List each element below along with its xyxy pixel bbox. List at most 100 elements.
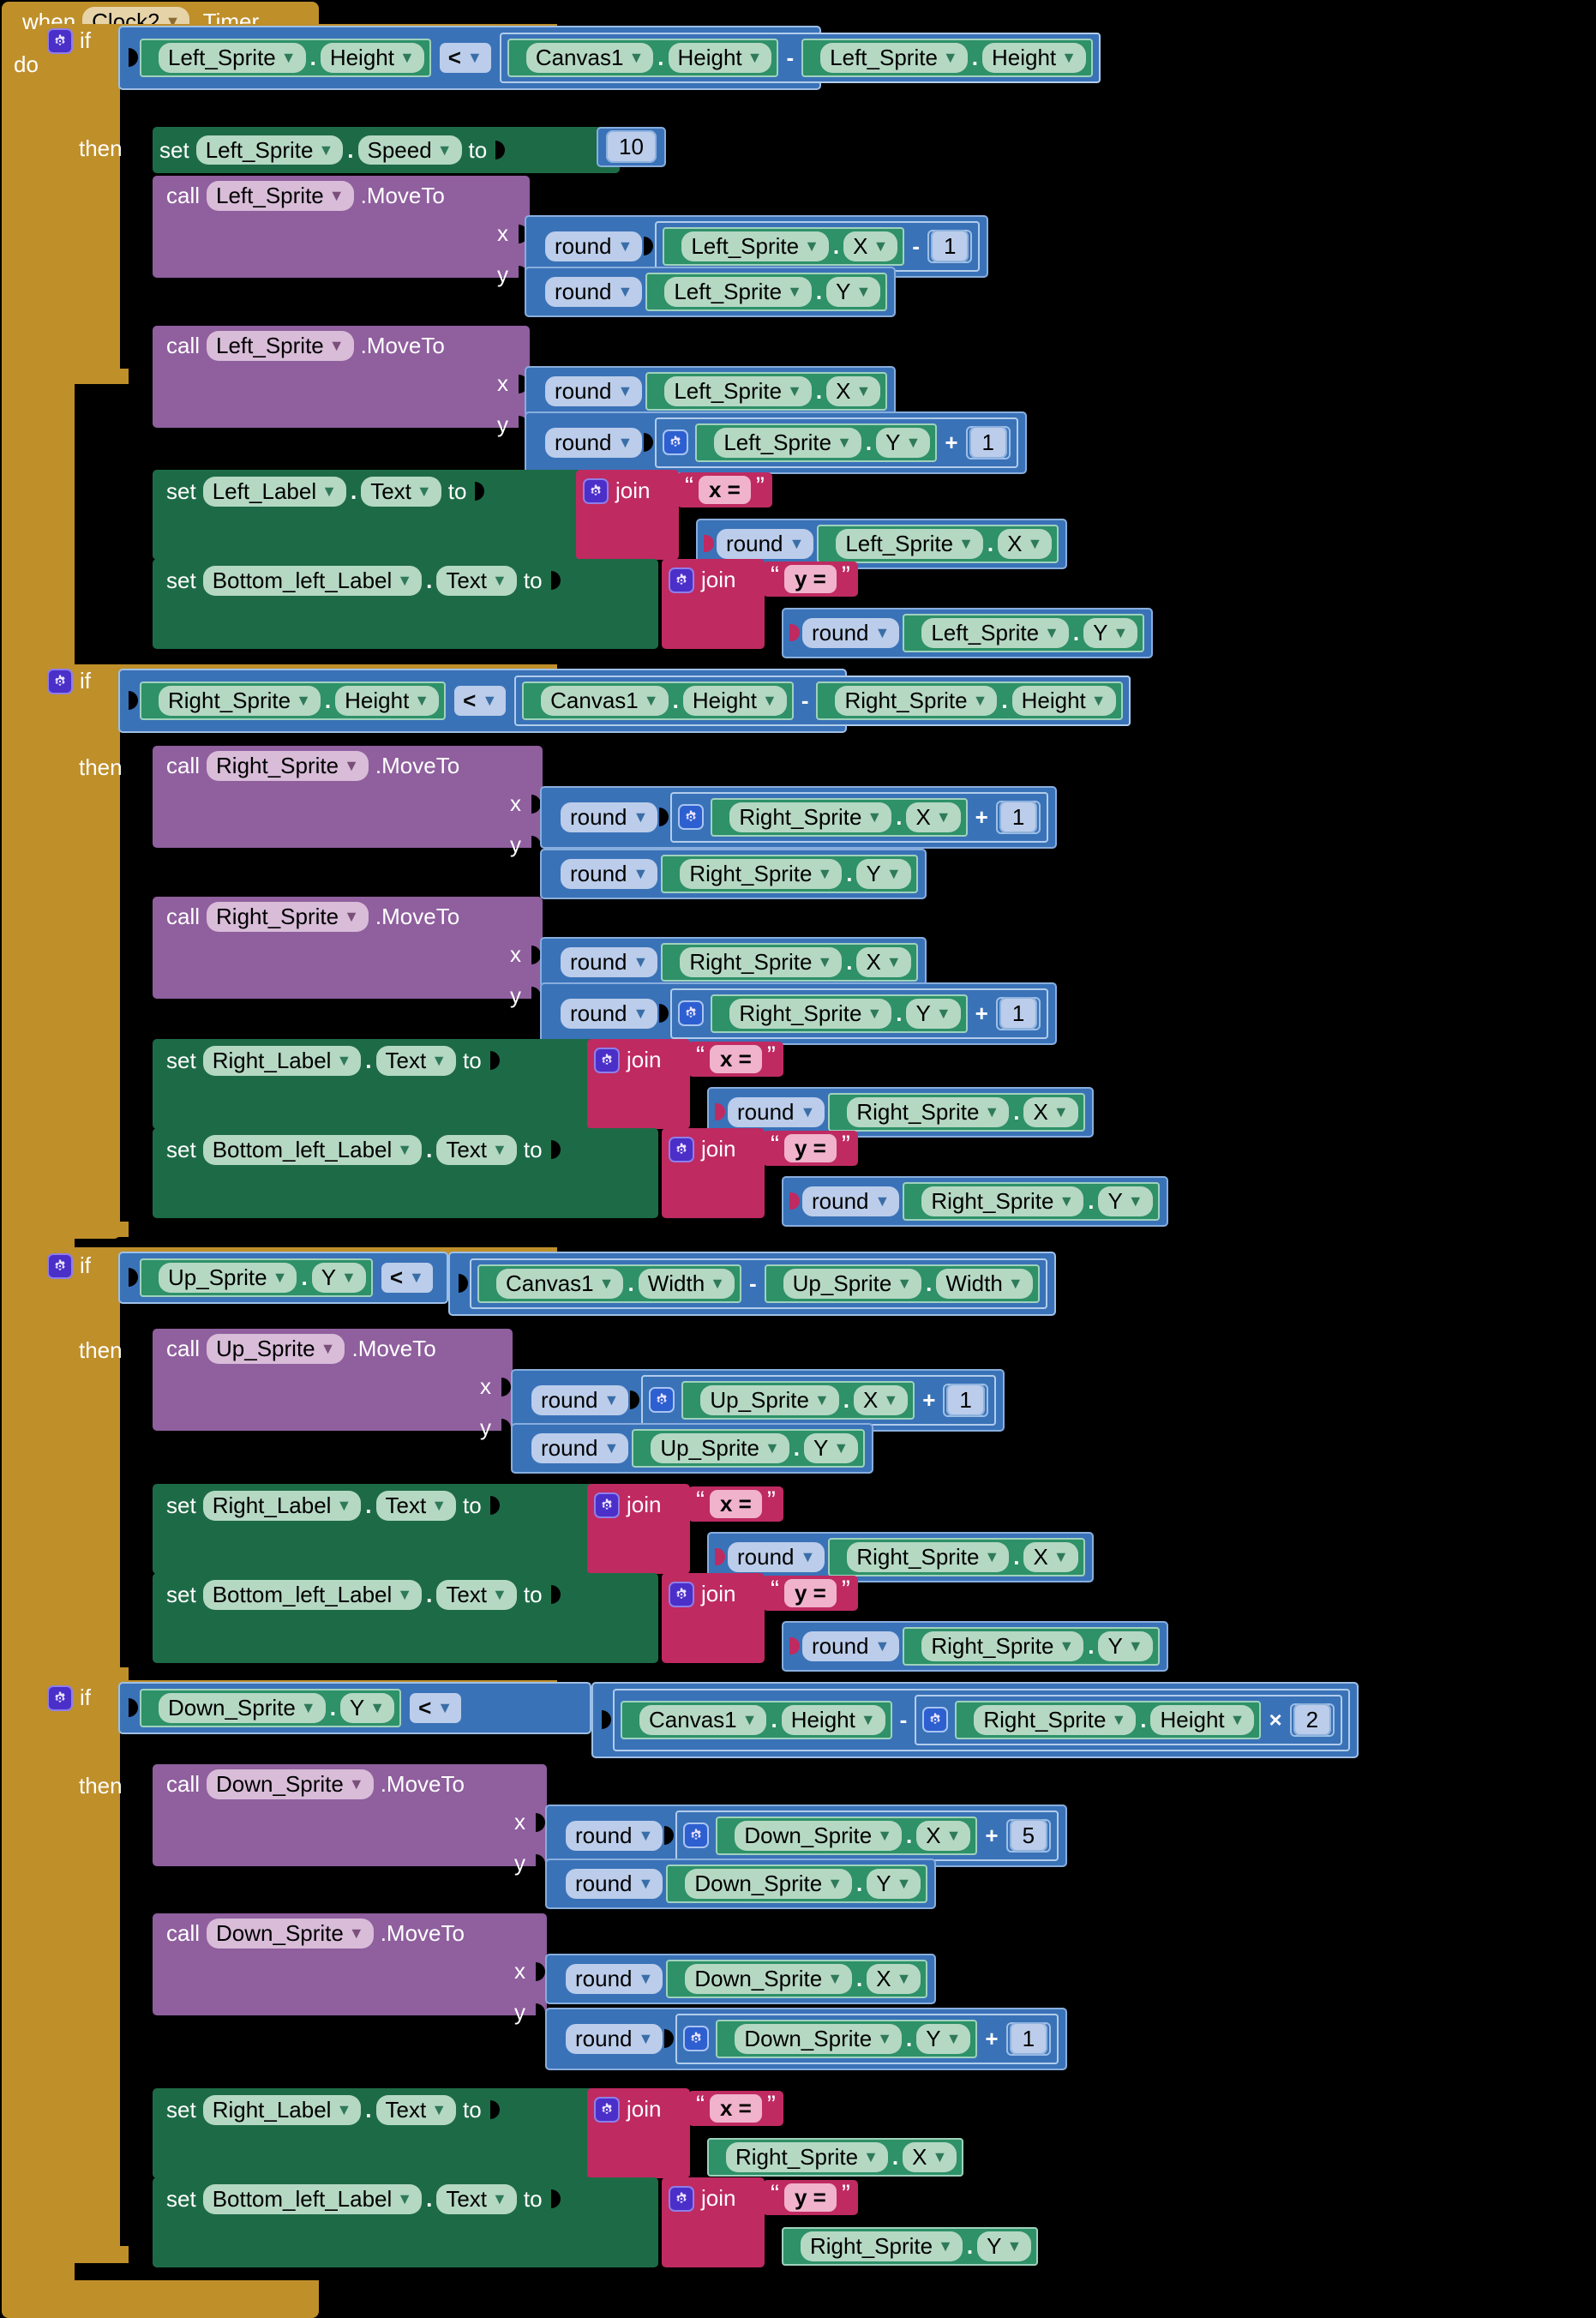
component-dropdown[interactable]: Right_Sprite ▼	[801, 2231, 963, 2261]
property-dropdown[interactable]: Y ▼	[1083, 618, 1138, 648]
property-dropdown[interactable]: Y ▼	[1098, 1186, 1153, 1216]
right-sprite-x-getter-3[interactable]: Right_Sprite ▼ . X ▼	[828, 1093, 1085, 1132]
round-dropdown[interactable]: round ▼	[802, 617, 900, 648]
round-block-label-5[interactable]: round ▼ Right_Sprite ▼ . X ▼	[707, 1532, 1094, 1582]
addition-group[interactable]: Up_Sprite ▼ . X ▼ + 1	[641, 1375, 996, 1426]
round-block-down-x-2[interactable]: round ▼ Down_Sprite ▼ . X ▼	[545, 1954, 937, 2004]
mutator-gear-icon[interactable]	[683, 1823, 710, 1849]
join-block-5[interactable]: join	[587, 1484, 690, 1574]
addition-group[interactable]: Down_Sprite ▼ . Y ▼ + 1	[675, 2014, 1059, 2064]
number-value[interactable]: 1	[930, 229, 969, 262]
component-dropdown[interactable]: Up_Sprite ▼	[783, 1269, 922, 1299]
string-value[interactable]: x =	[710, 1490, 762, 1518]
text-string-block-8[interactable]: “ y = ”	[763, 2180, 858, 2215]
call-up-sprite-moveto[interactable]: call Up_Sprite ▼ .MoveTo x y	[153, 1329, 513, 1440]
set-right-label-text-2[interactable]: set Right_Label ▼ . Text ▼ to	[153, 1484, 663, 1574]
addition-group[interactable]: Left_Sprite ▼ . Y ▼ + 1	[655, 417, 1018, 468]
right-sprite-y-getter[interactable]: Right_Sprite ▼ . Y ▼	[661, 855, 918, 893]
left-sprite-y-getter[interactable]: Left_Sprite ▼ . Y ▼	[645, 273, 888, 311]
property-dropdown[interactable]: Height ▼	[1011, 686, 1116, 716]
if-block-1[interactable]	[39, 24, 120, 384]
component-dropdown[interactable]: Left_Sprite ▼	[836, 529, 983, 559]
if-1-condition[interactable]: Left_Sprite ▼ . Height ▼ < ▼ Canvas1 ▼ . Hei…	[118, 26, 1101, 90]
property-dropdown[interactable]: Y ▼	[867, 1869, 921, 1899]
if-block-3[interactable]	[39, 1247, 120, 1684]
set-bottom-left-label-text-4[interactable]: set Bottom_left_Label ▼ . Text ▼ to	[153, 2177, 658, 2267]
string-value[interactable]: y =	[784, 2183, 837, 2212]
if-4-condition[interactable]: Down_Sprite ▼ . Y ▼ < ▼	[118, 1682, 591, 1734]
join-block-1[interactable]: join	[576, 470, 679, 560]
if-1-header[interactable]: if	[47, 27, 98, 54]
component-dropdown[interactable]: Left_Sprite ▼	[664, 277, 812, 307]
set-bottom-left-label-text[interactable]: set Bottom_left_Label ▼ . Text ▼ to	[153, 559, 658, 649]
property-dropdown[interactable]: Height ▼	[668, 43, 772, 73]
property-dropdown[interactable]: Text ▼	[436, 1135, 517, 1165]
if-3-condition-right[interactable]: Canvas1 ▼ . Width ▼ - Up_Sprite ▼ . Width ▼	[448, 1252, 1056, 1316]
set-left-sprite-speed[interactable]: set Left_Sprite ▼ . Speed ▼ to	[153, 127, 620, 173]
round-block-down-y-1[interactable]: round ▼ Down_Sprite ▼ . Y ▼	[545, 1859, 937, 1909]
right-sprite-x-getter-4[interactable]: Right_Sprite ▼ . X ▼	[828, 1538, 1085, 1576]
mutator-gear-icon[interactable]	[47, 1684, 73, 1711]
round-block-label-2[interactable]: round ▼ Left_Sprite ▼ . Y ▼	[782, 608, 1154, 658]
call-left-sprite-moveto-1[interactable]: call Left_Sprite ▼ .MoveTo x y	[153, 176, 530, 287]
property-dropdown[interactable]: Text ▼	[375, 1046, 457, 1076]
component-dropdown[interactable]: Left_Label ▼	[202, 477, 346, 507]
set-left-label-text[interactable]: set Left_Label ▼ . Text ▼ to	[153, 470, 650, 560]
left-sprite-y-getter-3[interactable]: Left_Sprite ▼ . Y ▼	[903, 614, 1145, 652]
left-sprite-x-getter-3[interactable]: Left_Sprite ▼ . X ▼	[817, 525, 1059, 563]
round-dropdown[interactable]: round ▼	[566, 1963, 663, 1994]
round-block-y-1[interactable]: round ▼ Left_Sprite ▼ . Y ▼	[525, 267, 897, 317]
property-dropdown[interactable]: Y ▼	[916, 2024, 971, 2054]
join-block-2[interactable]: join	[662, 559, 765, 649]
join-block-6[interactable]: join	[662, 1573, 765, 1663]
round-block-right-y-2[interactable]: round ▼ Right_Sprite ▼ . Y ▼ + 1	[540, 982, 1058, 1045]
property-dropdown[interactable]: Text ▼	[361, 477, 441, 507]
component-dropdown[interactable]: Right_Sprite ▼	[726, 2142, 888, 2172]
component-dropdown[interactable]: Bottom_left_Label ▼	[202, 1135, 423, 1165]
component-dropdown[interactable]: Right_Sprite ▼	[847, 1542, 1010, 1572]
property-dropdown[interactable]: X ▼	[906, 802, 961, 832]
up-sprite-y-getter[interactable]: Up_Sprite ▼ . Y ▼	[140, 1258, 373, 1297]
property-dropdown[interactable]: Y ▼	[804, 1433, 859, 1463]
round-dropdown[interactable]: round ▼	[566, 1820, 663, 1851]
component-dropdown[interactable]: Down_Sprite ▼	[159, 1693, 326, 1723]
property-dropdown[interactable]: Y ▼	[906, 999, 961, 1029]
mutator-gear-icon[interactable]	[678, 1000, 705, 1027]
component-dropdown[interactable]: Right_Sprite ▼	[729, 802, 892, 832]
mutator-gear-icon[interactable]	[683, 2026, 710, 2052]
comparison-operator-dropdown[interactable]: < ▼	[381, 1262, 433, 1293]
round-block-x-2[interactable]: round ▼ Left_Sprite ▼ . X ▼	[525, 366, 897, 417]
component-dropdown[interactable]: Right_Sprite ▼	[159, 686, 321, 716]
addition-group[interactable]: Down_Sprite ▼ . X ▼ + 5	[675, 1811, 1059, 1861]
round-block-right-x-1[interactable]: round ▼ Right_Sprite ▼ . X ▼ + 1	[540, 786, 1058, 849]
comparison-operator-dropdown[interactable]: < ▼	[439, 42, 491, 73]
right-sprite-x-getter-2[interactable]: Right_Sprite ▼ . X ▼	[661, 943, 918, 982]
component-dropdown[interactable]: Down_Sprite ▼	[685, 1869, 853, 1899]
number-value[interactable]: 1	[1009, 2021, 1048, 2055]
right-sprite-x-getter[interactable]: Right_Sprite ▼ . X ▼	[711, 798, 968, 837]
component-dropdown[interactable]: Right_Sprite ▼	[921, 1186, 1084, 1216]
round-dropdown[interactable]: round ▼	[531, 1432, 629, 1463]
property-dropdown[interactable]: Text ▼	[375, 2095, 457, 2125]
if-block-4[interactable]	[39, 1680, 120, 2263]
property-dropdown[interactable]: Height ▼	[1150, 1705, 1255, 1735]
component-dropdown[interactable]: Right_Sprite ▼	[921, 1631, 1084, 1661]
down-sprite-x-getter-2[interactable]: Down_Sprite ▼ . X ▼	[666, 1960, 928, 1998]
round-block-down-x-1[interactable]: round ▼ Down_Sprite ▼ . X ▼ + 5	[545, 1805, 1068, 1867]
component-dropdown[interactable]: Left_Sprite ▼	[820, 43, 968, 73]
round-block-up-x[interactable]: round ▼ Up_Sprite ▼ . X ▼ + 1	[511, 1369, 1005, 1432]
number-value[interactable]: 1	[969, 425, 1007, 459]
component-dropdown[interactable]: Up_Sprite ▼	[159, 1263, 297, 1293]
comparison-operator-dropdown[interactable]: < ▼	[410, 1692, 462, 1723]
text-string-block-1[interactable]: “ x = ”	[677, 472, 772, 507]
canvas1-height-getter[interactable]: Canvas1 ▼ . Height ▼	[507, 39, 779, 77]
text-string-block-3[interactable]: “ x = ”	[688, 1042, 783, 1077]
join-block-4[interactable]: join	[662, 1128, 765, 1218]
property-dropdown[interactable]: X ▼	[826, 376, 881, 406]
right-sprite-height-getter[interactable]: Right_Sprite ▼ . Height ▼	[140, 682, 447, 720]
round-block-right-x-2[interactable]: round ▼ Right_Sprite ▼ . X ▼	[540, 937, 927, 988]
right-sprite-x-getter-5[interactable]: Right_Sprite ▼ . X ▼	[707, 2138, 964, 2177]
property-dropdown[interactable]: Width ▼	[638, 1269, 735, 1299]
property-dropdown[interactable]: X ▼	[1023, 1097, 1078, 1127]
multiplication-group[interactable]: Right_Sprite ▼ . Height ▼ × 2	[915, 1695, 1343, 1745]
